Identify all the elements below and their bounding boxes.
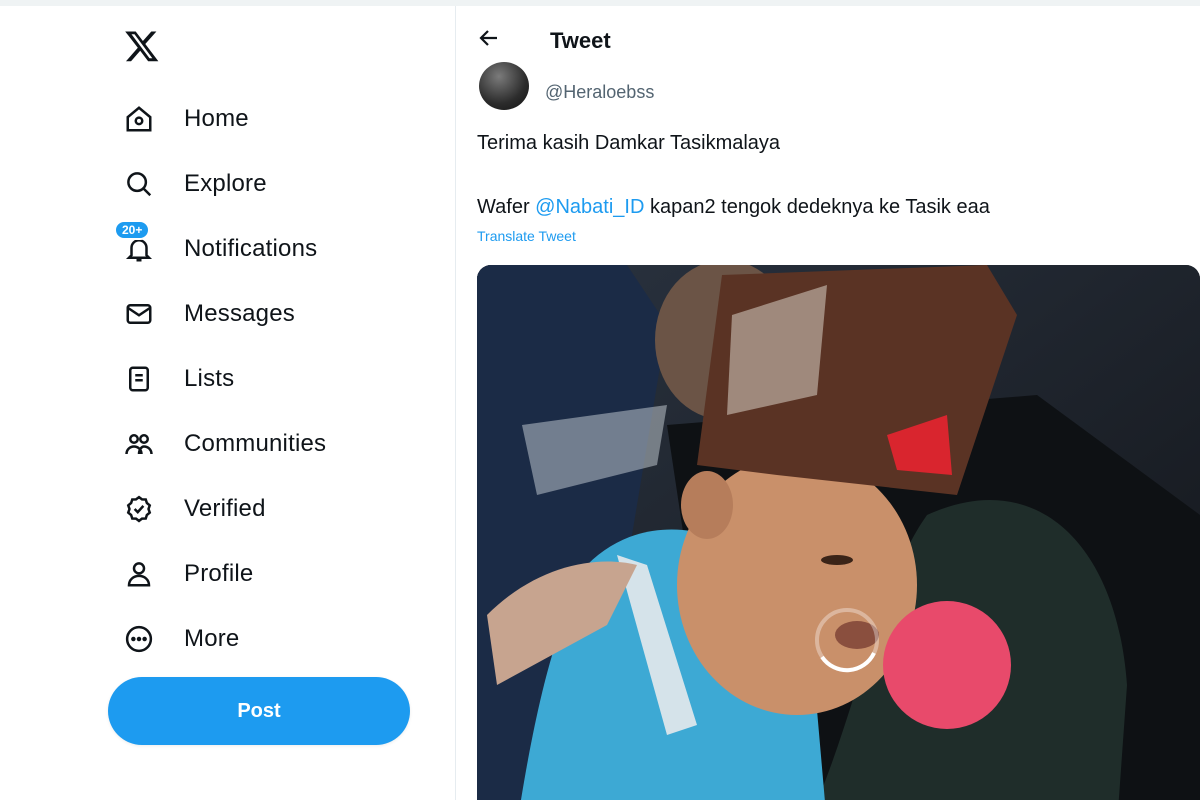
translate-tweet-link[interactable]: Translate Tweet [477,228,576,244]
tweet-text-suffix: kapan2 tengok dedeknya ke Tasik eaa [644,196,990,218]
avatar[interactable] [479,62,529,110]
nav-item-messages[interactable]: Messages [108,281,408,346]
person-icon [122,557,156,591]
nav-item-more[interactable]: More [108,606,408,671]
author-handle[interactable]: @Heraloebss [545,82,654,103]
nav-label-more: More [184,624,240,652]
tweet-text-prefix: Wafer [477,196,536,218]
sidebar: Home Explore 20+ Notifications Messages [0,6,456,800]
list-icon [122,362,156,396]
back-arrow-icon[interactable] [477,26,501,50]
video-frame-image [477,265,1200,800]
tweet-text-line-2: Wafer @Nabati_ID kapan2 tengok dedeknya … [477,196,990,219]
nav-item-lists[interactable]: Lists [108,346,408,411]
nav-label-profile: Profile [184,559,254,587]
search-icon [122,167,156,201]
x-logo-icon[interactable] [124,28,160,64]
tweet-text-line-1: Terima kasih Damkar Tasikmalaya [477,132,781,154]
nav-label-home: Home [184,104,249,132]
nav-label-notifications: Notifications [184,234,318,262]
nav-item-profile[interactable]: Profile [108,541,408,606]
tweet-header: Tweet [457,6,1200,72]
nav-item-explore[interactable]: Explore [108,151,408,216]
tweet-detail: Tweet @Heraloebss Terima kasih Damkar Ta… [457,6,1200,800]
mention-link[interactable]: @Nabati_ID [535,196,644,218]
main-nav: Home Explore 20+ Notifications Messages [108,86,408,671]
people-icon [122,427,156,461]
nav-item-verified[interactable]: Verified [108,476,408,541]
tweet-media-video[interactable] [477,265,1200,800]
nav-item-home[interactable]: Home [108,86,408,151]
page-title: Tweet [550,28,611,53]
post-button[interactable]: Post [108,677,410,745]
more-icon [122,622,156,656]
nav-item-communities[interactable]: Communities [108,411,408,476]
nav-label-communities: Communities [184,429,327,457]
nav-label-lists: Lists [184,364,235,392]
envelope-icon [122,297,156,331]
nav-label-explore: Explore [184,169,267,197]
verified-icon [122,492,156,526]
home-icon [122,102,156,136]
nav-label-verified: Verified [184,494,266,522]
nav-item-notifications[interactable]: 20+ Notifications [108,216,408,281]
notification-badge: 20+ [114,219,151,240]
nav-label-messages: Messages [184,299,295,327]
bell-icon: 20+ [114,219,156,266]
